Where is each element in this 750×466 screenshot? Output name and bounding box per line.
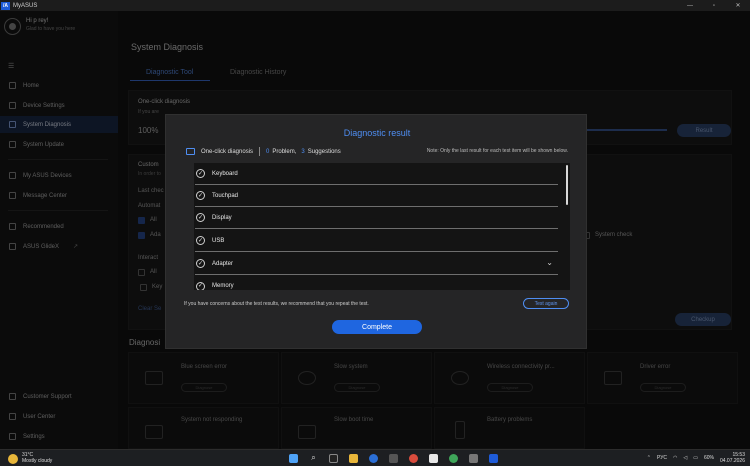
- clock-date: 04.07.2026: [719, 458, 745, 464]
- battery-percent: 60%: [703, 455, 714, 461]
- volume-icon[interactable]: ◁: [683, 455, 687, 461]
- clock[interactable]: 15:53 04.07.2026: [720, 452, 745, 464]
- chrome-icon[interactable]: [448, 453, 459, 463]
- diagnostic-result-dialog: Diagnostic result One-click diagnosis 0 …: [165, 114, 587, 349]
- summary-label: One-click diagnosis: [201, 148, 254, 155]
- complete-button[interactable]: Complete: [332, 320, 422, 334]
- check-circle-icon: ✓: [196, 213, 205, 222]
- test-again-button[interactable]: Test again: [523, 298, 569, 309]
- settings-app-icon[interactable]: [388, 453, 399, 463]
- check-circle-icon: ✓: [196, 259, 205, 268]
- windows-taskbar: 31°C Mostly cloudy ⌕ ⌃ РУС ◠ ◁ ▭ 60% 15:…: [0, 449, 750, 466]
- language-indicator[interactable]: РУС: [657, 455, 667, 461]
- sun-icon: [8, 454, 18, 464]
- store-icon[interactable]: [468, 453, 479, 463]
- asus-logo-icon: /A: [1, 1, 10, 10]
- windows-start-icon[interactable]: [288, 453, 299, 463]
- monitor-icon: [186, 148, 195, 155]
- system-tray: ⌃ РУС ◠ ◁ ▭ 60% 15:53 04.07.2026: [641, 452, 745, 464]
- list-item[interactable]: ✓ USB: [195, 230, 558, 252]
- file-explorer-icon[interactable]: [328, 453, 339, 463]
- result-summary: One-click diagnosis 0 Problem, 3 Suggest…: [186, 147, 341, 156]
- divider: [259, 147, 261, 156]
- suggestions-label: Suggestions: [307, 148, 341, 155]
- myasus-window: /A MyASUS — ▫ ✕ Hi p rey! Glad to have y…: [0, 0, 750, 466]
- title-bar: /A MyASUS — ▫ ✕: [0, 0, 750, 11]
- result-note: Note: Only the last result for each test…: [426, 148, 568, 154]
- window-controls: — ▫ ✕: [678, 0, 750, 11]
- folder-icon[interactable]: [348, 453, 359, 463]
- dialog-title: Diagnostic result: [343, 128, 411, 138]
- list-item[interactable]: ✓ Touchpad: [195, 185, 558, 207]
- list-item[interactable]: ✓ Memory: [195, 275, 558, 290]
- suggestions-count: 3: [301, 148, 305, 155]
- list-item[interactable]: ✓ Adapter ⌄: [195, 253, 558, 275]
- problems-count: 0: [266, 148, 270, 155]
- list-scrollbar[interactable]: [566, 165, 568, 205]
- weather-widget[interactable]: 31°C Mostly cloudy: [8, 452, 52, 464]
- repeat-test-hint: If you have concerns about the test resu…: [184, 301, 369, 307]
- app-icon[interactable]: [428, 453, 439, 463]
- minimize-button[interactable]: —: [678, 0, 702, 11]
- weather-desc: Mostly cloudy: [22, 458, 53, 464]
- battery-icon[interactable]: ▭: [693, 455, 698, 461]
- list-item[interactable]: ✓ Display: [195, 207, 558, 229]
- chrome-icon[interactable]: [408, 453, 419, 463]
- wifi-icon[interactable]: ◠: [673, 455, 677, 461]
- search-icon[interactable]: ⌕: [308, 453, 319, 463]
- chevron-up-icon[interactable]: ⌃: [647, 455, 651, 461]
- check-circle-icon: ✓: [196, 169, 205, 178]
- close-button[interactable]: ✕: [726, 0, 750, 11]
- check-circle-icon: ✓: [196, 191, 205, 200]
- word-icon[interactable]: [368, 453, 379, 463]
- check-circle-icon: ✓: [196, 281, 205, 290]
- problems-label: Problem,: [272, 148, 297, 155]
- list-item[interactable]: ✓ Keyboard: [195, 163, 558, 185]
- window-title: MyASUS: [13, 2, 38, 9]
- myasus-taskbar-icon[interactable]: [488, 453, 499, 463]
- check-circle-icon: ✓: [196, 236, 205, 245]
- taskbar-apps: ⌕: [288, 453, 508, 463]
- test-results-list[interactable]: ✓ Keyboard ✓ Touchpad ✓ Display ✓ USB ✓ …: [194, 163, 570, 290]
- maximize-button[interactable]: ▫: [702, 0, 726, 11]
- chevron-down-icon[interactable]: ⌄: [546, 258, 553, 267]
